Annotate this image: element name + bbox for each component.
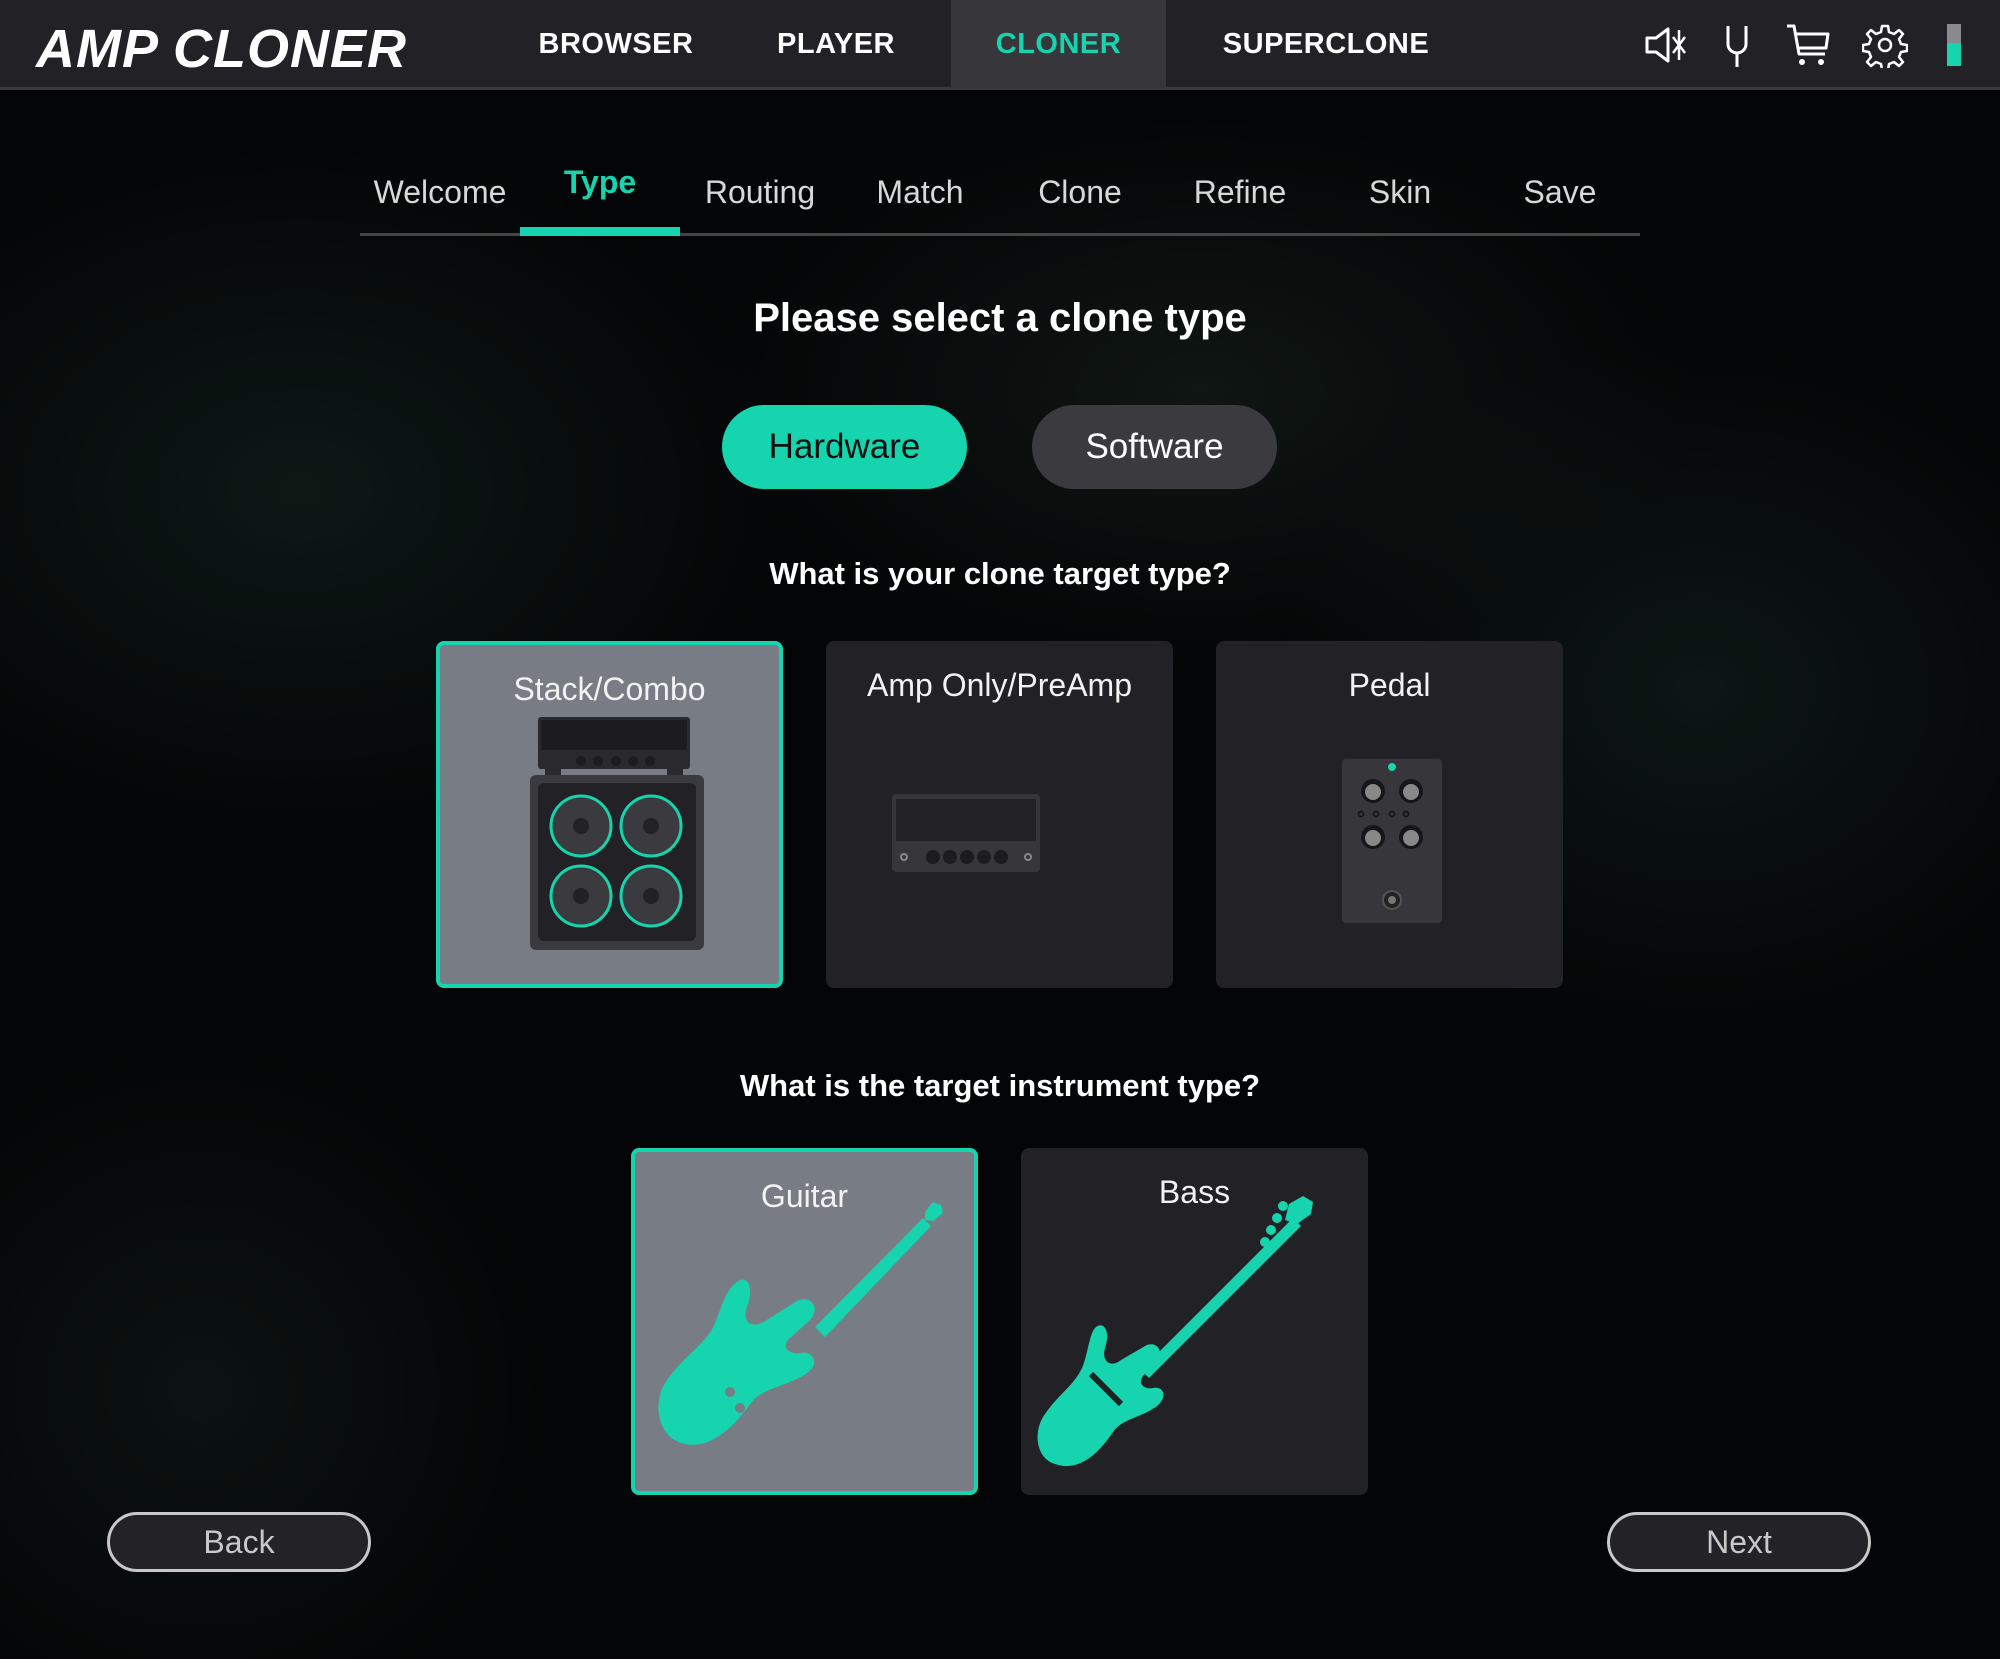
target-card-pedal[interactable]: Pedal: [1216, 641, 1563, 988]
step-type[interactable]: Type: [520, 164, 680, 201]
target-type-question: What is your clone target type?: [769, 556, 1231, 591]
step-clone[interactable]: Clone: [1000, 174, 1160, 211]
target-card-amp-only[interactable]: Amp Only/PreAmp: [826, 641, 1173, 988]
instrument-type-question: What is the target instrument type?: [739, 1068, 1261, 1103]
step-skin[interactable]: Skin: [1320, 174, 1480, 211]
nav-player[interactable]: PLAYER: [736, 0, 936, 88]
pedal-icon: [1342, 759, 1442, 923]
app-logo: AMP CLONER: [36, 19, 407, 79]
nav-cloner[interactable]: CLONER: [951, 0, 1166, 88]
step-match[interactable]: Match: [840, 174, 1000, 211]
page-heading: Please select a clone type: [753, 296, 1247, 340]
instrument-card-bass[interactable]: Bass: [1021, 1148, 1368, 1495]
speaker-bluetooth-icon[interactable]: [1643, 22, 1689, 68]
electric-guitar-icon: [658, 1202, 943, 1445]
step-refine[interactable]: Refine: [1160, 174, 1320, 211]
cart-icon[interactable]: [1785, 22, 1831, 68]
back-button[interactable]: Back: [107, 1512, 371, 1572]
step-save[interactable]: Save: [1480, 174, 1640, 211]
next-button[interactable]: Next: [1607, 1512, 1871, 1572]
bass-guitar-icon: [1037, 1196, 1313, 1467]
hardware-toggle[interactable]: Hardware: [722, 405, 967, 489]
amp-head-icon: [892, 794, 1040, 872]
top-bar: AMP CLONER BROWSER PLAYER CLONER SUPERCL…: [0, 0, 2000, 90]
level-meter: [1947, 24, 1961, 66]
tuning-fork-icon[interactable]: [1714, 22, 1760, 68]
step-routing[interactable]: Routing: [680, 174, 840, 211]
software-toggle[interactable]: Software: [1032, 405, 1277, 489]
nav-superclone[interactable]: SUPERCLONE: [1186, 0, 1466, 88]
step-welcome[interactable]: Welcome: [360, 174, 520, 211]
nav-browser[interactable]: BROWSER: [516, 0, 716, 88]
instrument-card-guitar[interactable]: Guitar: [631, 1148, 978, 1495]
level-meter-fill: [1947, 42, 1961, 66]
stack-amp-icon: [530, 717, 704, 950]
gear-icon[interactable]: [1862, 22, 1908, 68]
target-card-stack-combo[interactable]: Stack/Combo: [436, 641, 783, 988]
wizard-steps: Welcome Type Routing Match Clone Refine …: [360, 160, 1640, 236]
active-step-indicator: [520, 227, 680, 236]
